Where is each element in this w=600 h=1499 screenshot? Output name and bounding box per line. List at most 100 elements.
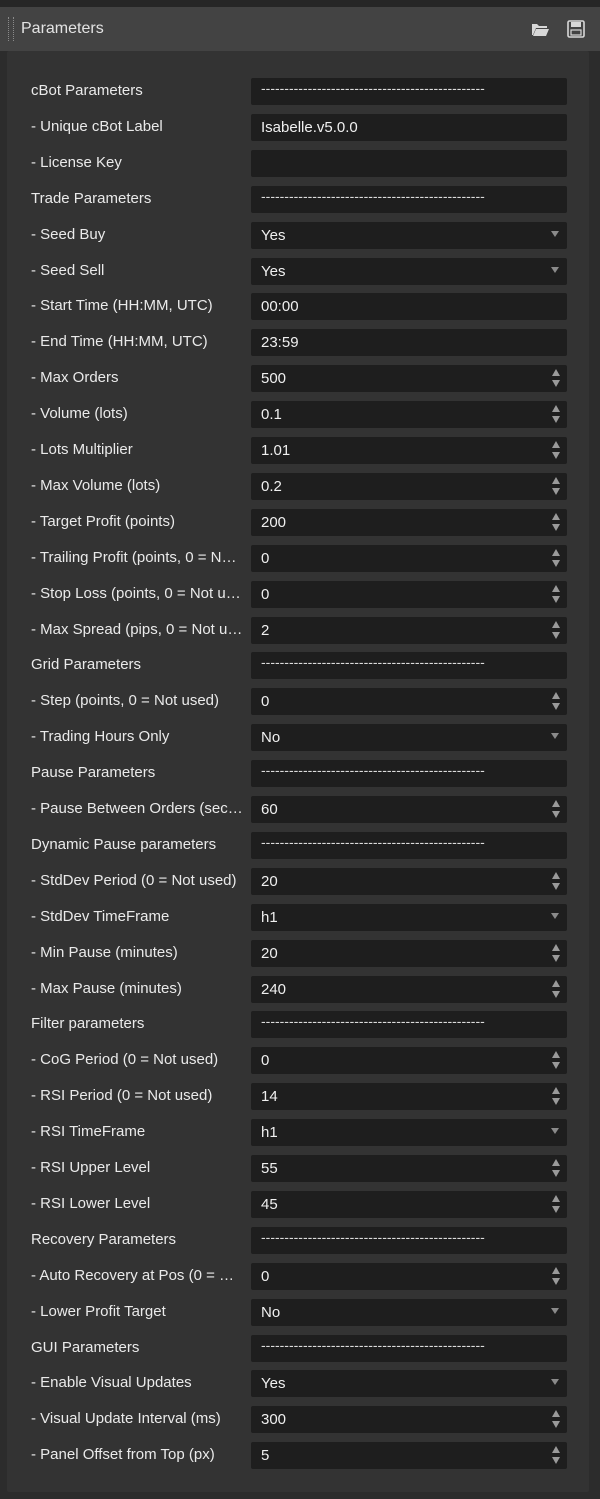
number-field[interactable]: 240 [251, 976, 567, 1003]
chevron-down-icon[interactable] [551, 733, 559, 739]
text-field[interactable]: 00:00 [251, 293, 567, 320]
spin-up-icon[interactable] [552, 800, 560, 807]
spin-down-icon[interactable] [552, 1278, 560, 1285]
dropdown-field[interactable]: No [251, 724, 567, 751]
spinner-icon[interactable] [552, 477, 561, 496]
spinner-icon[interactable] [552, 621, 561, 640]
spin-down-icon[interactable] [552, 811, 560, 818]
spin-down-icon[interactable] [552, 380, 560, 387]
spin-down-icon[interactable] [552, 1206, 560, 1213]
spinner-icon[interactable] [552, 1051, 561, 1070]
spinner-icon[interactable] [552, 1446, 561, 1465]
spin-up-icon[interactable] [552, 1446, 560, 1453]
spinner-icon[interactable] [552, 1267, 561, 1286]
spin-up-icon[interactable] [552, 621, 560, 628]
spin-up-icon[interactable] [552, 692, 560, 699]
save-icon[interactable] [566, 20, 586, 38]
spinner-icon[interactable] [552, 405, 561, 424]
number-field[interactable]: 20 [251, 940, 567, 967]
spinner-icon[interactable] [552, 1195, 561, 1214]
dropdown-field[interactable]: Yes [251, 1370, 567, 1397]
spin-up-icon[interactable] [552, 1410, 560, 1417]
spin-down-icon[interactable] [552, 632, 560, 639]
spin-down-icon[interactable] [552, 1421, 560, 1428]
spinner-icon[interactable] [552, 549, 561, 568]
dropdown-field[interactable]: No [251, 1299, 567, 1326]
number-field[interactable]: 1.01 [251, 437, 567, 464]
spin-down-icon[interactable] [552, 1098, 560, 1105]
spin-up-icon[interactable] [552, 872, 560, 879]
number-field[interactable]: 300 [251, 1406, 567, 1433]
spin-up-icon[interactable] [552, 1051, 560, 1058]
number-field[interactable]: 500 [251, 365, 567, 392]
spin-down-icon[interactable] [552, 488, 560, 495]
chevron-down-icon[interactable] [551, 1308, 559, 1314]
separator-field[interactable]: ----------------------------------------… [251, 760, 567, 787]
separator-field[interactable]: ----------------------------------------… [251, 1335, 567, 1362]
spin-down-icon[interactable] [552, 1062, 560, 1069]
spin-down-icon[interactable] [552, 883, 560, 890]
spin-up-icon[interactable] [552, 513, 560, 520]
spinner-icon[interactable] [552, 513, 561, 532]
number-field[interactable]: 0.2 [251, 473, 567, 500]
spinner-icon[interactable] [552, 872, 561, 891]
dropdown-field[interactable]: Yes [251, 222, 567, 249]
number-field[interactable]: 0 [251, 581, 567, 608]
spin-down-icon[interactable] [552, 416, 560, 423]
number-field[interactable]: 0 [251, 1263, 567, 1290]
spin-up-icon[interactable] [552, 1159, 560, 1166]
text-field[interactable] [251, 150, 567, 177]
spinner-icon[interactable] [552, 800, 561, 819]
spinner-icon[interactable] [552, 1087, 561, 1106]
spin-down-icon[interactable] [552, 703, 560, 710]
spin-up-icon[interactable] [552, 1087, 560, 1094]
panel-header[interactable]: Parameters [0, 7, 600, 51]
chevron-down-icon[interactable] [551, 267, 559, 273]
number-field[interactable]: 45 [251, 1191, 567, 1218]
spin-up-icon[interactable] [552, 944, 560, 951]
spin-down-icon[interactable] [552, 452, 560, 459]
spinner-icon[interactable] [552, 369, 561, 388]
spin-up-icon[interactable] [552, 549, 560, 556]
separator-field[interactable]: ----------------------------------------… [251, 1227, 567, 1254]
spin-down-icon[interactable] [552, 1457, 560, 1464]
spin-down-icon[interactable] [552, 991, 560, 998]
spinner-icon[interactable] [552, 980, 561, 999]
spin-up-icon[interactable] [552, 1195, 560, 1202]
folder-open-icon[interactable] [530, 20, 550, 38]
number-field[interactable]: 2 [251, 617, 567, 644]
spin-up-icon[interactable] [552, 477, 560, 484]
drag-grip-icon[interactable] [8, 17, 14, 41]
number-field[interactable]: 0 [251, 545, 567, 572]
spin-down-icon[interactable] [552, 524, 560, 531]
chevron-down-icon[interactable] [551, 231, 559, 237]
spin-up-icon[interactable] [552, 1267, 560, 1274]
separator-field[interactable]: ----------------------------------------… [251, 1011, 567, 1038]
separator-field[interactable]: ----------------------------------------… [251, 186, 567, 213]
spinner-icon[interactable] [552, 441, 561, 460]
dropdown-field[interactable]: h1 [251, 1119, 567, 1146]
spin-up-icon[interactable] [552, 441, 560, 448]
number-field[interactable]: 0 [251, 1047, 567, 1074]
text-field[interactable]: 23:59 [251, 329, 567, 356]
number-field[interactable]: 55 [251, 1155, 567, 1182]
number-field[interactable]: 0.1 [251, 401, 567, 428]
spin-down-icon[interactable] [552, 955, 560, 962]
spin-up-icon[interactable] [552, 585, 560, 592]
spinner-icon[interactable] [552, 585, 561, 604]
number-field[interactable]: 14 [251, 1083, 567, 1110]
chevron-down-icon[interactable] [551, 1128, 559, 1134]
number-field[interactable]: 0 [251, 688, 567, 715]
spinner-icon[interactable] [552, 1410, 561, 1429]
spin-down-icon[interactable] [552, 560, 560, 567]
spin-up-icon[interactable] [552, 405, 560, 412]
spin-up-icon[interactable] [552, 369, 560, 376]
spinner-icon[interactable] [552, 692, 561, 711]
number-field[interactable]: 5 [251, 1442, 567, 1469]
spinner-icon[interactable] [552, 944, 561, 963]
spin-down-icon[interactable] [552, 596, 560, 603]
spin-up-icon[interactable] [552, 980, 560, 987]
number-field[interactable]: 200 [251, 509, 567, 536]
number-field[interactable]: 60 [251, 796, 567, 823]
separator-field[interactable]: ----------------------------------------… [251, 78, 567, 105]
